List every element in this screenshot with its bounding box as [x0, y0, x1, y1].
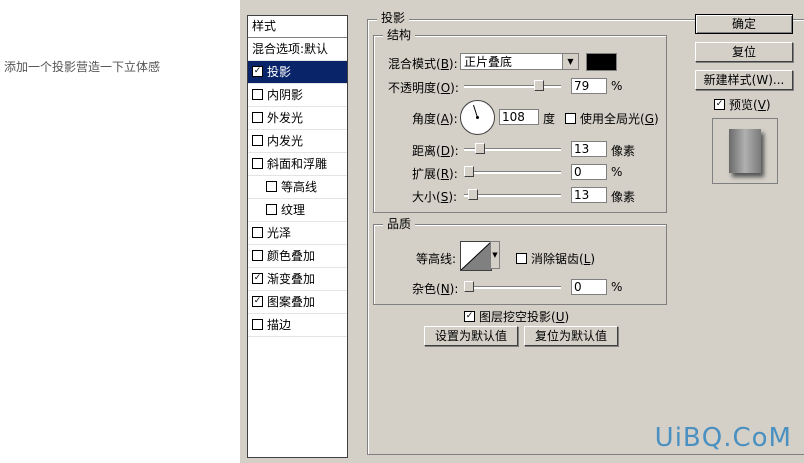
drop-shadow-title: 投影	[377, 11, 410, 25]
anti-alias-checkbox[interactable]: 消除锯齿(L)	[516, 250, 595, 267]
spread-slider-thumb[interactable]	[464, 166, 474, 177]
style-item-10[interactable]: ✓ 图案叠加	[248, 291, 347, 314]
opacity-slider[interactable]	[464, 80, 561, 91]
style-item-label: 等高线	[281, 180, 318, 194]
style-item-2[interactable]: 外发光	[248, 107, 347, 130]
contour-label: 等高线:	[416, 252, 457, 266]
style-item-label: 斜面和浮雕	[267, 157, 328, 171]
style-item-label: 内阴影	[267, 88, 304, 102]
shadow-color-swatch[interactable]	[586, 53, 617, 71]
layer-style-dialog: 样式 混合选项:默认 ✓ 投影内阴影外发光内发光斜面和浮雕等高线纹理光泽颜色叠加 ✓…	[240, 0, 804, 463]
style-item-1[interactable]: 内阴影	[248, 84, 347, 107]
style-item-label: 图案叠加	[267, 295, 316, 309]
opacity-slider-thumb[interactable]	[534, 80, 544, 91]
spread-label: 扩展(R):	[412, 167, 458, 181]
style-item-6[interactable]: 纹理	[248, 199, 347, 222]
tutorial-caption: 添加一个投影营造一下立体感	[4, 60, 161, 74]
style-item-checkbox[interactable]: ✓	[252, 66, 263, 77]
style-item-checkbox[interactable]	[266, 181, 277, 192]
noise-unit: %	[611, 280, 623, 294]
styles-list: 样式 混合选项:默认 ✓ 投影内阴影外发光内发光斜面和浮雕等高线纹理光泽颜色叠加 ✓…	[247, 15, 348, 458]
distance-label: 距离(D):	[412, 144, 459, 158]
blending-options-item[interactable]: 混合选项:默认	[248, 38, 347, 61]
preview-check[interactable]: ✓	[714, 99, 725, 110]
style-item-label: 描边	[267, 318, 292, 332]
opacity-input[interactable]: 79	[571, 78, 607, 94]
spread-unit: %	[611, 165, 623, 179]
angle-input[interactable]: 108	[499, 109, 539, 125]
noise-slider[interactable]	[464, 281, 561, 292]
style-item-label: 外发光	[267, 111, 304, 125]
style-item-label: 渐变叠加	[267, 272, 316, 286]
preview-checkbox[interactable]: ✓ 预览(V)	[714, 96, 771, 113]
style-item-label: 颜色叠加	[267, 249, 316, 263]
quality-title: 品质	[383, 217, 416, 231]
style-item-label: 投影	[267, 65, 292, 79]
spread-input[interactable]: 0	[571, 164, 607, 180]
style-item-checkbox[interactable]: ✓	[252, 273, 263, 284]
blend-mode-value: 正片叠底	[464, 55, 513, 69]
style-item-0[interactable]: ✓ 投影	[248, 61, 347, 84]
opacity-label: 不透明度(O):	[388, 81, 459, 95]
styles-header[interactable]: 样式	[248, 16, 347, 38]
anti-alias-check[interactable]	[516, 253, 527, 264]
style-item-checkbox[interactable]	[252, 89, 263, 100]
distance-input[interactable]: 13	[571, 141, 607, 157]
style-item-checkbox[interactable]	[252, 319, 263, 330]
style-item-5[interactable]: 等高线	[248, 176, 347, 199]
size-input[interactable]: 13	[571, 187, 607, 203]
style-item-label: 内发光	[267, 134, 304, 148]
global-light-check[interactable]	[565, 113, 576, 124]
style-item-8[interactable]: 颜色叠加	[248, 245, 347, 268]
new-style-button[interactable]: 新建样式(W)...	[695, 70, 793, 90]
style-item-7[interactable]: 光泽	[248, 222, 347, 245]
blend-mode-select[interactable]: 正片叠底 ▼	[460, 53, 579, 70]
style-item-11[interactable]: 描边	[248, 314, 347, 337]
angle-dial[interactable]	[460, 100, 495, 135]
size-unit: 像素	[611, 190, 636, 204]
style-item-3[interactable]: 内发光	[248, 130, 347, 153]
noise-slider-thumb[interactable]	[464, 281, 474, 292]
distance-unit: 像素	[611, 144, 636, 158]
blend-mode-label: 混合模式(B):	[388, 57, 458, 71]
style-item-9[interactable]: ✓ 渐变叠加	[248, 268, 347, 291]
global-light-checkbox[interactable]: 使用全局光(G)	[565, 110, 659, 127]
style-item-checkbox[interactable]	[252, 250, 263, 261]
knockout-check[interactable]: ✓	[464, 311, 475, 322]
structure-title: 结构	[383, 28, 416, 42]
noise-label: 杂色(N):	[412, 282, 459, 296]
style-item-4[interactable]: 斜面和浮雕	[248, 153, 347, 176]
knockout-checkbox[interactable]: ✓ 图层挖空投影(U)	[464, 308, 569, 325]
opacity-unit: %	[611, 79, 623, 93]
size-label: 大小(S):	[412, 190, 458, 204]
contour-dropdown-icon[interactable]: ▼	[490, 241, 500, 269]
style-item-checkbox[interactable]	[252, 158, 263, 169]
style-item-checkbox[interactable]: ✓	[252, 296, 263, 307]
style-item-checkbox[interactable]	[252, 227, 263, 238]
style-item-checkbox[interactable]	[266, 204, 277, 215]
contour-curve-icon	[460, 241, 492, 271]
angle-label: 角度(A):	[412, 112, 458, 126]
reset-button[interactable]: 复位	[695, 42, 793, 62]
make-default-button[interactable]: 设置为默认值	[424, 326, 518, 346]
reset-default-button[interactable]: 复位为默认值	[524, 326, 618, 346]
size-slider[interactable]	[464, 189, 561, 200]
distance-slider-thumb[interactable]	[475, 143, 485, 154]
spread-slider[interactable]	[464, 166, 561, 177]
style-item-label: 纹理	[281, 203, 306, 217]
style-item-checkbox[interactable]	[252, 135, 263, 146]
size-slider-thumb[interactable]	[468, 189, 478, 200]
style-item-label: 光泽	[267, 226, 292, 240]
chevron-down-icon: ▼	[562, 54, 578, 69]
distance-slider[interactable]	[464, 143, 561, 154]
style-preview-thumbnail	[712, 118, 778, 184]
site-watermark: UiBQ.CoM	[654, 423, 792, 453]
contour-picker[interactable]	[460, 241, 492, 271]
style-item-checkbox[interactable]	[252, 112, 263, 123]
angle-dial-needle	[473, 104, 479, 119]
angle-unit: 度	[543, 112, 556, 126]
noise-input[interactable]: 0	[571, 279, 607, 295]
ok-button[interactable]: 确定	[695, 14, 793, 34]
